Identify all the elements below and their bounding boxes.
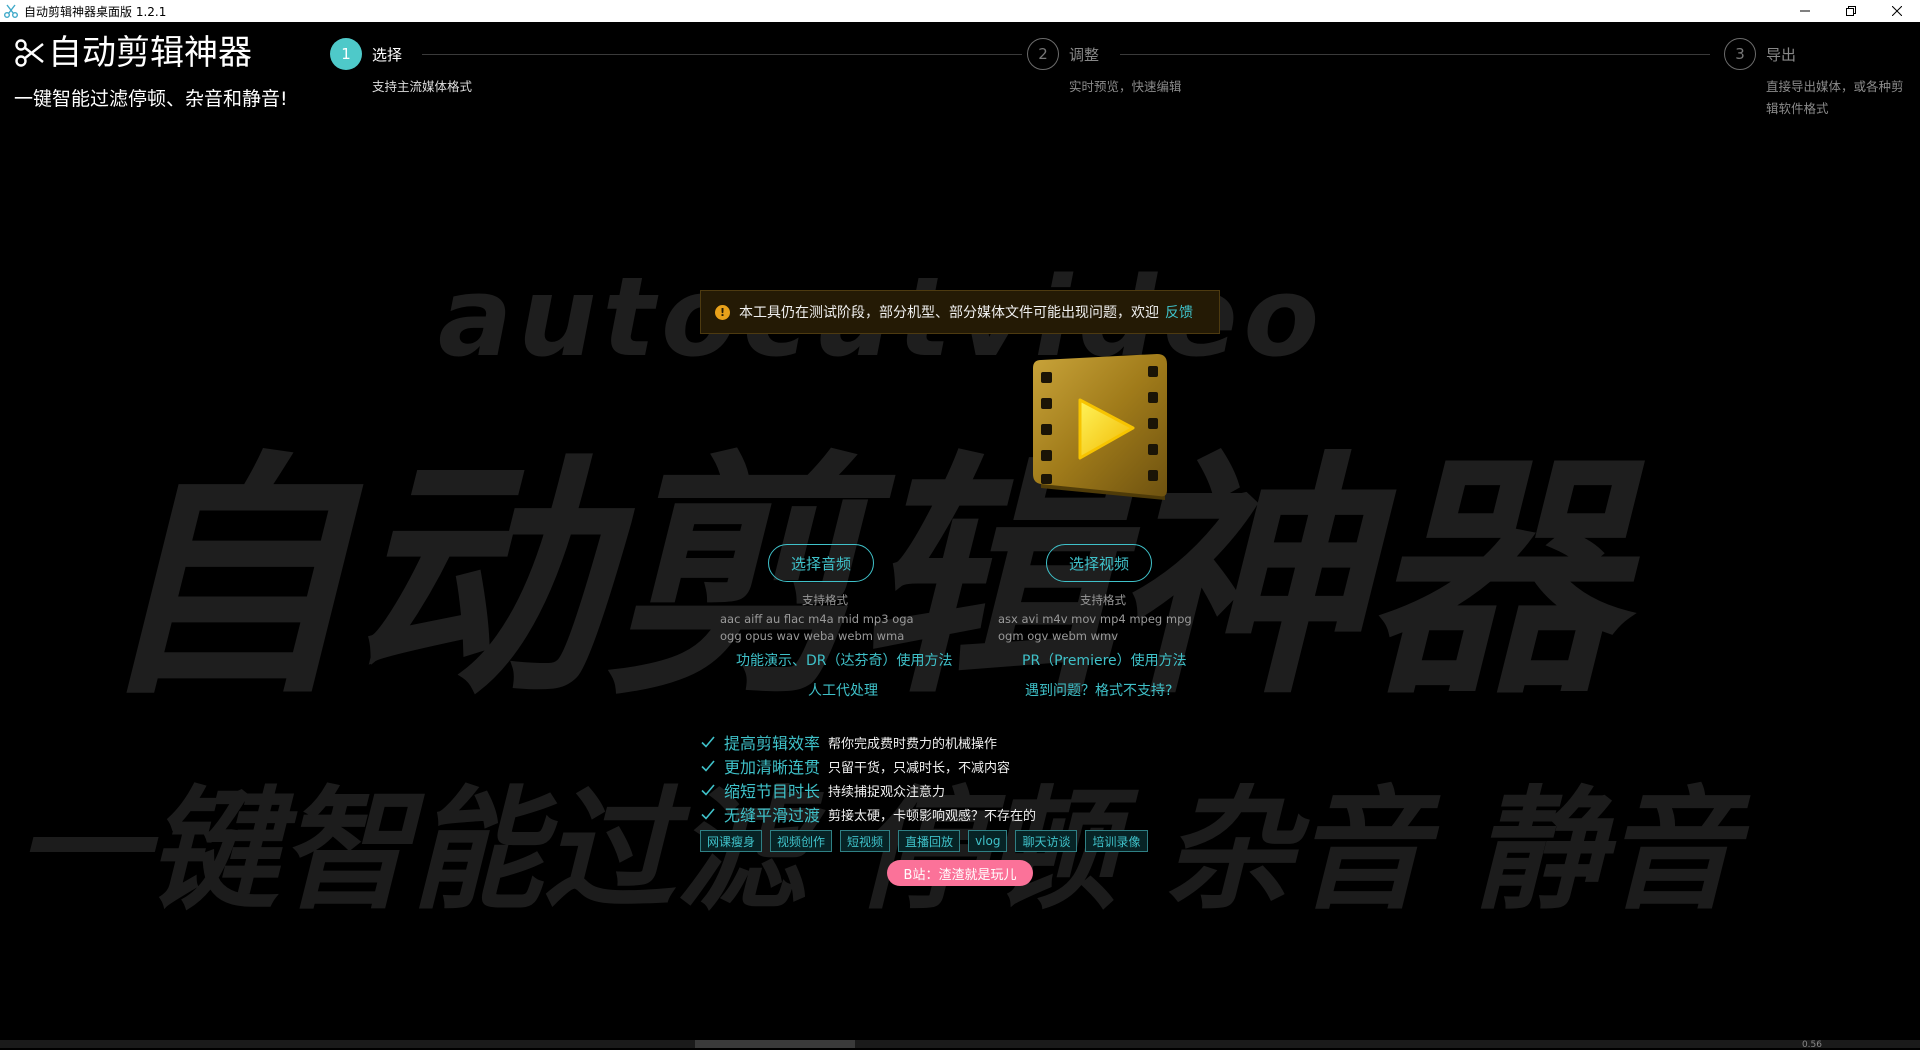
audio-formats-title: 支持格式 (802, 593, 848, 607)
minimize-button[interactable] (1782, 0, 1828, 22)
scissors-icon (15, 39, 44, 67)
step-connector (1120, 54, 1710, 55)
feature-item: 提高剪辑效率 帮你完成费时费力的机械操作 (700, 730, 1036, 754)
tag: 培训录像 (1085, 830, 1148, 852)
corner-version-text: 0.56 (1801, 1040, 1822, 1050)
app-stage: autocutvideo 自动剪辑神器 一键智能过滤 停顿 杂音 静音 自动剪辑… (0, 22, 1920, 1048)
audio-formats-line: ogg opus wav weba webm wma (720, 629, 905, 643)
feature-item: 无缝平滑过渡 剪接太硬，卡顿影响观感？不存在的 (700, 802, 1036, 826)
step-label: 选择 (372, 46, 403, 64)
video-formats-line: asx avi m4v mov mp4 mpeg mpg (998, 612, 1192, 626)
check-icon (701, 808, 715, 820)
video-film-icon[interactable] (1025, 350, 1175, 515)
tag: 聊天访谈 (1015, 830, 1078, 852)
close-button[interactable] (1874, 0, 1920, 22)
restore-button[interactable] (1828, 0, 1874, 22)
feature-title: 提高剪辑效率 (724, 734, 821, 753)
step-label: 导出 (1766, 46, 1797, 64)
video-formats-line: ogm ogv webm wmv (998, 629, 1119, 643)
manual-processing-link[interactable]: 人工代处理 (808, 680, 878, 700)
warning-text: 本工具仍在测试阶段，部分机型、部分媒体文件可能出现问题，欢迎 (739, 305, 1159, 321)
warning-icon: ! (715, 304, 730, 320)
step-label: 调整 (1069, 46, 1100, 64)
feature-list: 提高剪辑效率 帮你完成费时费力的机械操作 更加清晰连贯 只留干货，只减时长，不减… (700, 730, 1036, 826)
close-icon (1892, 6, 1902, 16)
feature-title: 缩短节目时长 (724, 782, 821, 801)
brand: 自动剪辑神器 一键智能过滤停顿、杂音和静音! (14, 36, 288, 111)
audio-formats-line: aac aiff au flac m4a mid mp3 oga (720, 612, 914, 626)
title-bar: 自动剪辑神器桌面版 1.2.1 (0, 0, 1920, 22)
tag: 网课瘦身 (700, 830, 763, 852)
warning-alert: ! 本工具仍在测试阶段，部分机型、部分媒体文件可能出现问题，欢迎 反馈 (700, 290, 1220, 334)
premiere-usage-link[interactable]: PR（Premiere）使用方法 (1022, 650, 1187, 670)
horizontal-scrollbar[interactable] (0, 1040, 1920, 1048)
step-number: 2 (1027, 38, 1059, 70)
bilibili-link-button[interactable]: B站：渣渣就是玩儿 (887, 860, 1033, 886)
select-video-button[interactable]: 选择视频 (1046, 544, 1152, 582)
tag: 视频创作 (770, 830, 833, 852)
select-audio-button[interactable]: 选择音频 (768, 544, 874, 582)
brand-title: 自动剪辑神器 (48, 33, 252, 73)
help-link[interactable]: 遇到问题？格式不支持? (1025, 680, 1172, 700)
check-icon (701, 760, 715, 772)
tag: 直播回放 (898, 830, 961, 852)
feature-description: 持续捕捉观众注意力 (828, 784, 946, 800)
feature-item: 缩短节目时长 持续捕捉观众注意力 (700, 778, 1036, 802)
feature-description: 只留干货，只减时长，不减内容 (828, 760, 1011, 776)
scissors-app-icon (0, 0, 22, 22)
check-icon (701, 784, 715, 796)
step-description: 支持主流媒体格式 (372, 79, 473, 94)
brand-subtitle: 一键智能过滤停顿、杂音和静音! (14, 88, 288, 110)
check-icon (701, 736, 715, 748)
step-description: 直接导出媒体，或各种剪辑软件格式 (1766, 79, 1904, 116)
step-description: 实时预览，快速编辑 (1069, 79, 1182, 94)
video-formats-title: 支持格式 (1080, 593, 1126, 607)
audio-formats: 支持格式 aac aiff au flac m4a mid mp3 oga og… (720, 592, 930, 645)
restore-icon (1846, 6, 1856, 16)
steps-indicator: 1 选择 支持主流媒体格式 2 调整 实时预览，快速编辑 3 导出 直接导出媒体… (330, 38, 1910, 128)
step-number: 3 (1724, 38, 1756, 70)
audio-waveform-icon[interactable] (735, 374, 905, 492)
step-number: 1 (330, 38, 362, 70)
scrollbar-thumb[interactable] (695, 1040, 855, 1048)
feature-title: 无缝平滑过渡 (724, 806, 821, 825)
feature-item: 更加清晰连贯 只留干货，只减时长，不减内容 (700, 754, 1036, 778)
step-connector (422, 54, 1022, 55)
demo-dr-link[interactable]: 功能演示、DR（达芬奇）使用方法 (736, 650, 953, 670)
feature-title: 更加清晰连贯 (724, 758, 821, 777)
feature-description: 剪接太硬，卡顿影响观感？不存在的 (828, 808, 1037, 824)
feature-description: 帮你完成费时费力的机械操作 (828, 736, 998, 752)
tag: 短视频 (840, 830, 891, 852)
use-case-tags: 网课瘦身 视频创作 短视频 直播回放 vlog 聊天访谈 培训录像 (700, 830, 1148, 852)
window-title: 自动剪辑神器桌面版 1.2.1 (24, 4, 167, 19)
tag: vlog (968, 830, 1008, 852)
minimize-icon (1800, 10, 1810, 12)
video-formats: 支持格式 asx avi m4v mov mp4 mpeg mpg ogm og… (998, 592, 1208, 645)
feedback-link[interactable]: 反馈 (1165, 302, 1193, 322)
